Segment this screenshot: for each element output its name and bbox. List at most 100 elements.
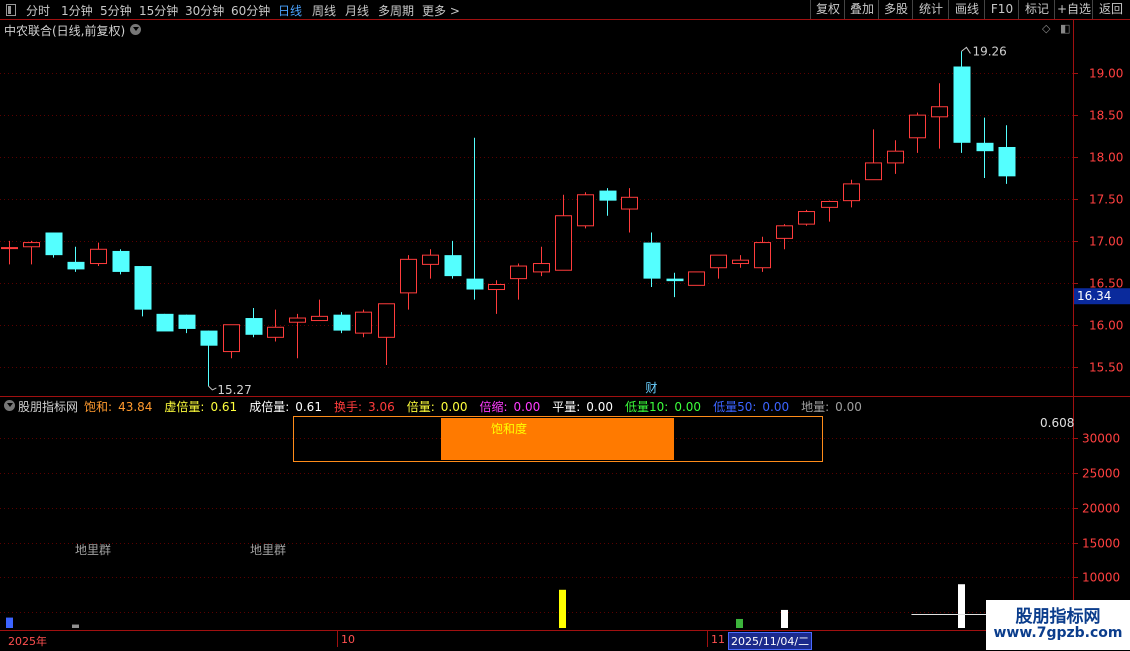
back-button[interactable]: 返回 xyxy=(1092,0,1129,19)
candlestick xyxy=(577,192,594,229)
candle-body xyxy=(555,215,572,271)
mark-button[interactable]: 标记 xyxy=(1018,0,1055,19)
candlestick xyxy=(931,83,948,149)
volume-tick-label: 30000 xyxy=(1082,432,1120,446)
f10-button[interactable]: F10 xyxy=(984,0,1019,19)
candle-body xyxy=(599,190,617,201)
candle-body xyxy=(67,261,85,270)
time-label: 11 xyxy=(711,633,725,646)
legend-saturation: 饱和: 43.84 xyxy=(84,400,153,414)
indicator-legend: 股朋指标网 饱和: 43.84 虚倍量: 0.61 成倍量: 0.61 换手: 3.06 倍量: 0… xyxy=(18,398,874,415)
volume-signal-bar xyxy=(559,589,566,628)
add-watchlist-button[interactable]: +自选 xyxy=(1054,0,1093,19)
candlestick xyxy=(378,303,395,365)
candlestick xyxy=(998,125,1016,184)
stock-chart-app: 分时 1分钟 5分钟 15分钟 30分钟 60分钟 日线 周线 月线 多周期 更… xyxy=(0,0,1130,651)
candlestick xyxy=(90,242,107,267)
price-tick-label: 17.00 xyxy=(1089,235,1123,249)
window-icon[interactable] xyxy=(6,4,16,16)
statistics-button[interactable]: 统计 xyxy=(912,0,949,19)
legend-ground: 地量: 0.00 xyxy=(801,400,862,414)
candlestick xyxy=(156,313,174,332)
period-toolbar: 分时 1分钟 5分钟 15分钟 30分钟 60分钟 日线 周线 月线 多周期 更… xyxy=(0,0,1130,20)
volume-signal-bar xyxy=(958,584,965,628)
candle-body xyxy=(666,278,684,282)
candlestick xyxy=(710,254,727,279)
candle-body xyxy=(843,183,860,202)
candle-body xyxy=(444,255,462,277)
indicator-menu-icon[interactable] xyxy=(4,400,15,411)
candle-body xyxy=(156,313,174,332)
candle-body xyxy=(887,150,904,164)
period-tab[interactable]: 周线 xyxy=(312,2,336,19)
indicator-name[interactable]: 股朋指标网 xyxy=(18,400,78,414)
panel-toggle-icon[interactable]: ◧ xyxy=(1060,22,1070,35)
candle-body xyxy=(821,200,838,208)
candle-body xyxy=(355,311,372,334)
period-tab[interactable]: 60分钟 xyxy=(231,2,270,19)
candle-body xyxy=(112,250,130,272)
candle-body xyxy=(953,66,971,143)
candle-body xyxy=(90,248,107,265)
legend-double: 倍量: 0.00 xyxy=(406,400,468,414)
candle-body xyxy=(798,211,815,225)
ground-label: 地里群 xyxy=(250,543,287,557)
candle-body xyxy=(422,254,439,265)
multi-stock-button[interactable]: 多股 xyxy=(878,0,913,19)
candle-body xyxy=(466,278,484,290)
time-label: 2025年 xyxy=(8,635,47,648)
period-tab[interactable]: 月线 xyxy=(345,2,369,19)
candle-body xyxy=(732,259,749,265)
candle-body xyxy=(688,271,705,286)
cursor-date: 2025/11/04/二 xyxy=(728,632,813,650)
candle-body xyxy=(754,242,771,269)
candlestick xyxy=(732,255,749,268)
candle-body xyxy=(200,330,218,346)
candlestick xyxy=(267,309,284,342)
period-tab[interactable]: 分时 xyxy=(26,2,50,19)
candle-body xyxy=(333,314,351,331)
time-tick xyxy=(707,631,708,647)
price-tick-label: 19.00 xyxy=(1089,67,1123,81)
draw-line-button[interactable]: 画线 xyxy=(948,0,985,19)
current-price-badge xyxy=(1074,288,1130,305)
candlestick xyxy=(843,179,860,208)
overlay-button[interactable]: 叠加 xyxy=(844,0,879,19)
more-periods-tab[interactable]: 更多 > xyxy=(422,2,460,19)
period-tab-active[interactable]: 日线 xyxy=(278,2,302,19)
period-tab[interactable]: 多周期 xyxy=(378,2,414,19)
legend-virtual-double: 虚倍量: 0.61 xyxy=(164,400,238,414)
candle-body xyxy=(178,314,196,329)
legend-double-vol: 成倍量: 0.61 xyxy=(249,400,322,414)
max-price-label: 19.26 xyxy=(972,44,1006,58)
max-price-pointer xyxy=(961,46,971,54)
candle-body xyxy=(289,317,306,323)
period-tab[interactable]: 15分钟 xyxy=(139,2,178,19)
candlestick xyxy=(245,307,263,338)
min-price-label: 15.27 xyxy=(217,383,251,397)
price-tick-label: 16.00 xyxy=(1089,319,1123,333)
candlestick xyxy=(776,224,793,250)
watermark-title: 股朋指标网 xyxy=(1015,607,1101,627)
period-tab[interactable]: 1分钟 xyxy=(61,2,93,19)
candle-body xyxy=(533,263,550,273)
candlestick xyxy=(333,312,351,334)
watermark-url: www.7gpzb.com xyxy=(993,625,1123,641)
candlestick xyxy=(533,246,550,277)
saturation-fill xyxy=(441,418,674,460)
period-tab[interactable]: 5分钟 xyxy=(100,2,132,19)
candlestick xyxy=(223,324,240,359)
restore-rights-button[interactable]: 复权 xyxy=(810,0,845,19)
diamond-icon[interactable]: ◇ xyxy=(1042,22,1050,35)
candle-body xyxy=(223,324,240,353)
candlestick xyxy=(444,240,462,279)
saturation-value: 0.608 xyxy=(1040,416,1075,430)
candlestick xyxy=(887,140,904,174)
time-label: 10 xyxy=(341,633,355,646)
period-tab[interactable]: 30分钟 xyxy=(185,2,224,19)
candlestick xyxy=(798,209,815,226)
candlestick xyxy=(311,299,328,322)
chevron-down-icon[interactable] xyxy=(130,24,141,35)
candlestick xyxy=(488,280,505,314)
kline-chart: 15.50 16.00 16.50 17.00 17.50 18.00 18.50 19.00… xyxy=(0,19,1130,630)
